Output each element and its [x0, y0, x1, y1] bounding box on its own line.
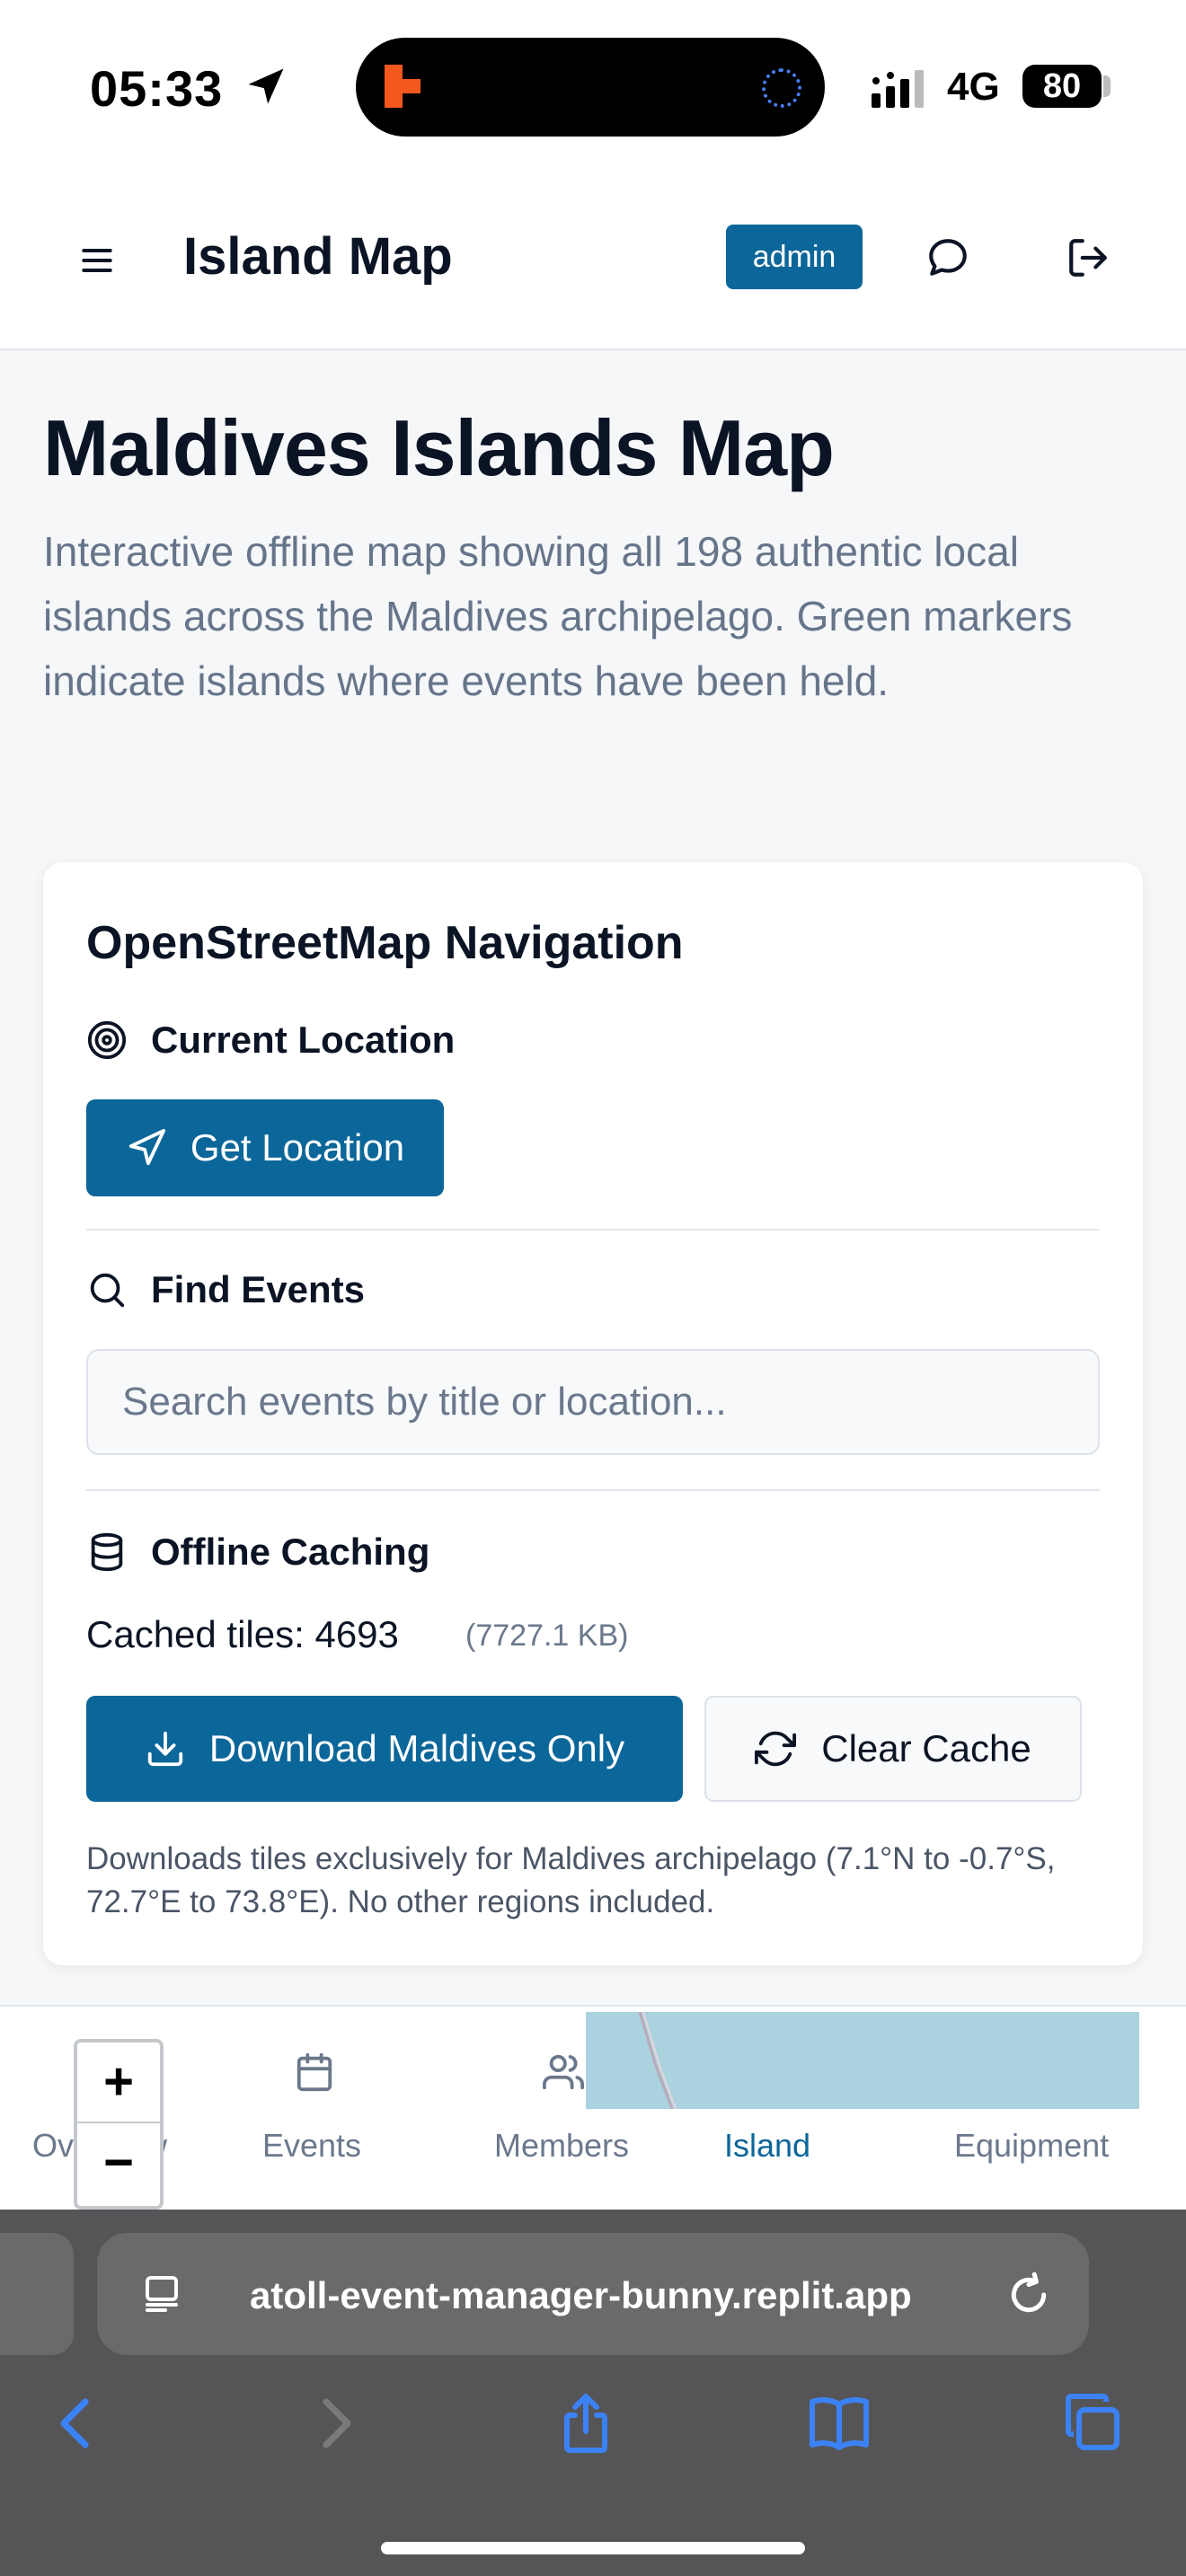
- refresh-icon: [755, 1731, 797, 1767]
- card-title: OpenStreetMap Navigation: [86, 917, 684, 969]
- share-icon[interactable]: [553, 2391, 618, 2456]
- clear-cache-button[interactable]: Clear Cache: [704, 1696, 1082, 1802]
- clear-cache-label: Clear Cache: [821, 1727, 1031, 1769]
- current-location-heading: Current Location: [86, 1019, 455, 1062]
- back-icon[interactable]: [45, 2391, 110, 2456]
- activity-ring-icon: [762, 68, 801, 108]
- menu-icon[interactable]: [77, 241, 117, 280]
- get-location-label: Get Location: [190, 1126, 405, 1169]
- home-indicator: [381, 2542, 805, 2554]
- tab-label: Island: [724, 2127, 811, 2164]
- tab-events[interactable]: Events: [216, 2007, 413, 2211]
- download-label: Download Maldives Only: [208, 1727, 625, 1769]
- role-badge: admin: [726, 225, 863, 289]
- page-title: Maldives Islands Map: [43, 403, 835, 492]
- app-title: Island Map: [183, 227, 453, 286]
- event-search-input[interactable]: [86, 1349, 1100, 1455]
- calendar-icon: [296, 2052, 332, 2092]
- tab-label: Events: [262, 2127, 362, 2164]
- cached-tiles-count: Cached tiles: 4693: [86, 1613, 399, 1655]
- divider: [86, 1489, 1100, 1491]
- dynamic-island: [356, 38, 825, 137]
- url-text: atoll-event-manager-bunny.replit.app: [250, 2274, 912, 2316]
- forward-icon[interactable]: [302, 2391, 367, 2456]
- bookmarks-icon[interactable]: [807, 2391, 872, 2456]
- address-bar[interactable]: atoll-event-manager-bunny.replit.app: [97, 2233, 1089, 2355]
- zoom-in-button[interactable]: +: [77, 2042, 160, 2123]
- divider: [86, 1229, 1100, 1231]
- tab-label: Members: [494, 2127, 630, 2164]
- cached-size: (7727.1 KB): [465, 1619, 629, 1653]
- reader-icon[interactable]: [140, 2272, 183, 2316]
- reload-icon[interactable]: [1006, 2272, 1051, 2317]
- network-label: 4G: [947, 65, 1000, 109]
- battery-icon: 80: [1022, 65, 1102, 108]
- tabs-icon[interactable]: [1060, 2391, 1125, 2456]
- zoom-control: + −: [74, 2039, 164, 2210]
- chat-icon[interactable]: [925, 235, 970, 280]
- app-header: Island Map admin: [0, 171, 1186, 350]
- status-time: 05:33: [90, 60, 224, 117]
- users-icon: [543, 2054, 584, 2090]
- zoom-out-button[interactable]: −: [77, 2123, 160, 2204]
- download-maldives-button[interactable]: Download Maldives Only: [86, 1696, 683, 1802]
- browser-toolbar: atoll-event-manager-bunny.replit.app: [0, 2210, 1186, 2576]
- logout-icon[interactable]: [1066, 235, 1111, 280]
- current-location-label: Current Location: [151, 1019, 456, 1061]
- map-view[interactable]: [586, 2012, 1139, 2109]
- map-road-lines: [638, 2012, 677, 2109]
- location-arrow-icon: [248, 68, 284, 104]
- signal-icon: [872, 70, 924, 108]
- page-description: Interactive offline map showing all 198 …: [43, 528, 1073, 704]
- bottom-tab-bar: Overview Events Members Island Equipment…: [0, 2005, 1186, 2210]
- get-location-button[interactable]: Get Location: [86, 1099, 444, 1196]
- database-icon: [91, 1532, 123, 1572]
- previous-tab-stub[interactable]: [0, 2233, 74, 2355]
- offline-caching-label: Offline Caching: [151, 1531, 430, 1573]
- cache-note: Downloads tiles exclusively for Maldives…: [86, 1841, 1056, 1919]
- status-bar: 05:33 4G 80: [0, 0, 1186, 171]
- tab-label: Equipment: [954, 2127, 1110, 2164]
- find-events-heading: Find Events: [86, 1268, 365, 1311]
- battery-nub: [1103, 75, 1111, 97]
- offline-caching-heading: Offline Caching: [86, 1531, 429, 1574]
- navigation-card: OpenStreetMap Navigation Current Locatio…: [43, 862, 1143, 1965]
- target-icon: [87, 1020, 127, 1060]
- search-icon: [90, 1273, 125, 1308]
- navigation-icon: [128, 1128, 165, 1166]
- download-icon: [147, 1731, 183, 1767]
- find-events-label: Find Events: [151, 1268, 366, 1310]
- app-logo-icon: [385, 65, 420, 108]
